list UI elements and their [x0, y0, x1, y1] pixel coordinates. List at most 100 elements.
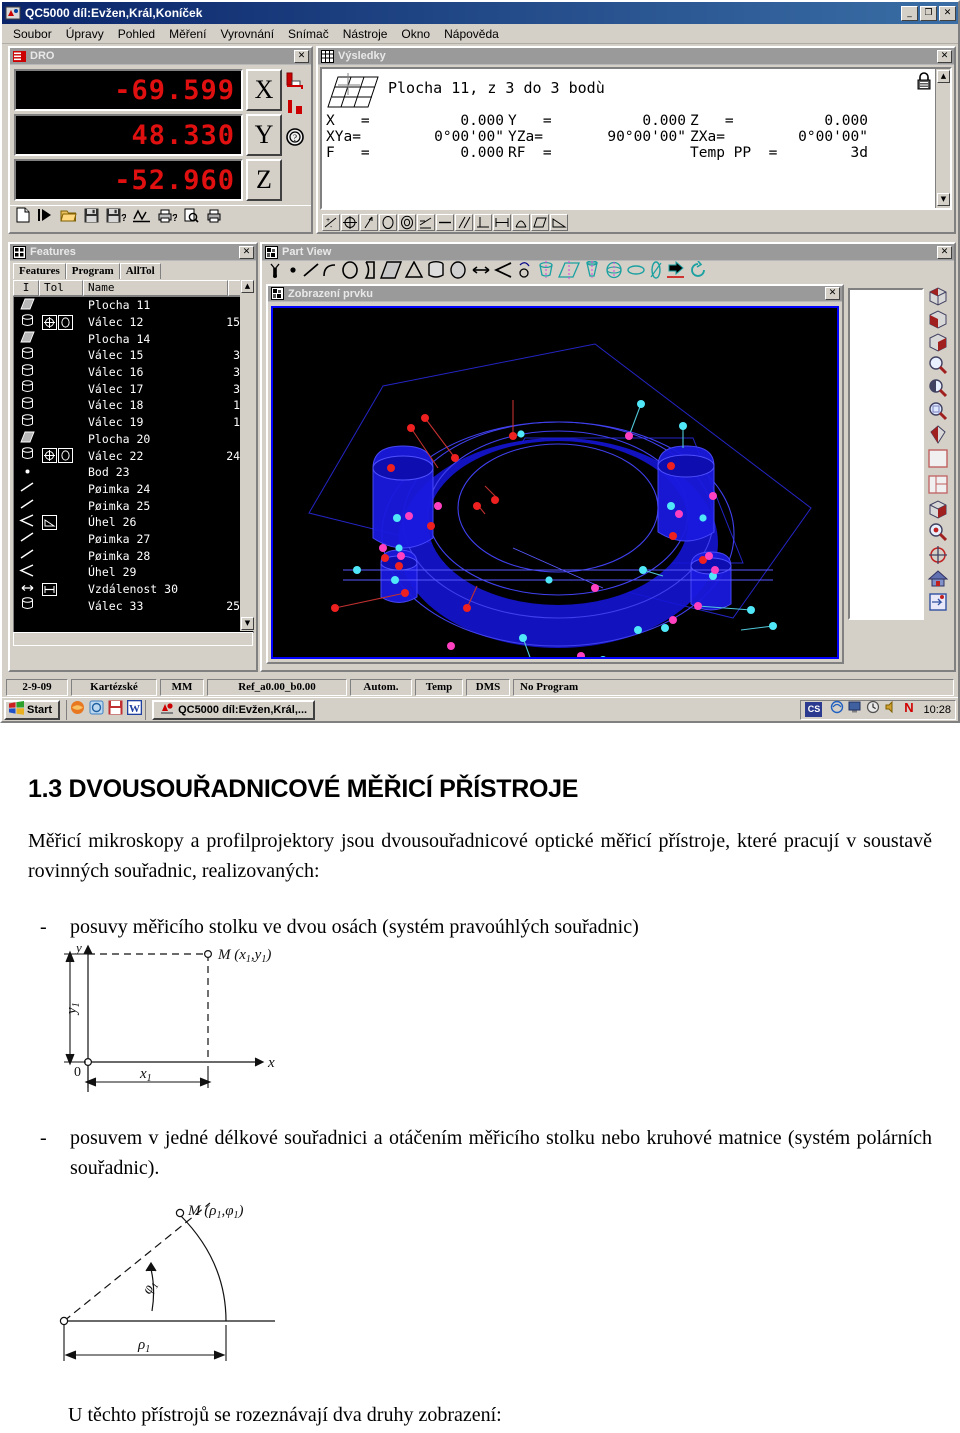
extrude-icon[interactable] [666, 260, 686, 284]
feature-list-item[interactable]: Plocha 20 [14, 431, 253, 448]
profile-icon[interactable] [512, 213, 530, 231]
feature-list-item[interactable]: Válec 33 259 [14, 597, 253, 614]
runout-icon[interactable] [360, 213, 378, 231]
distance-icon[interactable] [470, 261, 492, 284]
cyl-construct-icon[interactable] [536, 260, 556, 284]
lock-icon[interactable] [916, 72, 932, 90]
cone-construct-icon[interactable] [582, 259, 602, 284]
flatness-icon[interactable] [417, 213, 435, 231]
feature-display-close-button[interactable]: ✕ [825, 287, 840, 300]
taskbar-item-qc5000[interactable]: QC5000 díl:Evžen,Král,... [152, 699, 316, 720]
point-icon[interactable] [286, 261, 300, 284]
feature-tolerance-cell[interactable] [40, 514, 84, 530]
volume-icon[interactable] [884, 700, 898, 719]
print-setup-icon[interactable]: ? [157, 208, 178, 228]
column-header-i[interactable]: I [13, 280, 39, 296]
plus-minus-icon[interactable]: + - [322, 213, 340, 231]
menu-item-snimac[interactable]: Snímač [281, 25, 336, 43]
position-icon[interactable] [42, 448, 57, 464]
sphere-construct-icon[interactable] [604, 261, 624, 284]
straightness-icon[interactable] [436, 213, 454, 231]
status-mode[interactable]: Autom. [350, 679, 412, 696]
minimize-button[interactable]: _ [901, 5, 918, 21]
menu-item-soubor[interactable]: Soubor [6, 25, 59, 43]
iso-view-icon[interactable] [927, 286, 949, 307]
feature-list-item[interactable]: Plocha 11 [14, 297, 253, 314]
dro-axis-button-z[interactable]: Z [246, 159, 282, 201]
feature-list-item[interactable]: Vzdálenost 30 [14, 581, 253, 598]
menu-item-napoveda[interactable]: Nápověda [437, 25, 506, 43]
zoom-dynamic-icon[interactable] [927, 522, 949, 543]
fit-icon[interactable] [927, 447, 949, 471]
dro-close-button[interactable]: ✕ [294, 49, 309, 63]
cylinder-icon[interactable] [426, 260, 446, 284]
datum-icon[interactable] [284, 71, 306, 96]
feature-list-item[interactable]: Válec 12 150 [14, 313, 253, 331]
feature-tolerance-cell[interactable] [40, 314, 84, 330]
results-scrollbar[interactable]: ▲ ▼ [935, 69, 950, 208]
box-view-icon[interactable] [927, 499, 949, 520]
parallel-icon[interactable] [455, 213, 473, 231]
part-view-close-button[interactable]: ✕ [937, 245, 952, 259]
print-icon[interactable] [206, 208, 222, 228]
browser-icon[interactable] [70, 700, 85, 720]
tab-features[interactable]: Features [13, 263, 66, 279]
clock-time[interactable]: 10:28 [923, 704, 951, 716]
circle-icon[interactable] [340, 260, 360, 284]
cone-icon[interactable] [404, 259, 424, 284]
run-icon[interactable] [37, 207, 53, 228]
plane-construct-icon[interactable] [558, 260, 580, 284]
menu-item-upravy[interactable]: Úpravy [59, 25, 111, 43]
concentricity-icon[interactable] [398, 213, 416, 231]
parallelogram-icon[interactable] [531, 213, 549, 231]
features-horizontal-scrollbar[interactable] [13, 632, 253, 646]
angularity-icon[interactable] [550, 213, 568, 231]
rotate-view-icon[interactable] [927, 424, 949, 445]
angularity-icon[interactable] [42, 514, 57, 530]
features-close-button[interactable]: ✕ [239, 245, 254, 259]
language-indicator[interactable]: CS [805, 702, 823, 717]
tab-program[interactable]: Program [65, 263, 120, 279]
zoom-all-icon[interactable] [927, 401, 949, 422]
top-view-icon[interactable] [927, 332, 949, 353]
dro-axis-button-y[interactable]: Y [246, 114, 282, 156]
results-close-button[interactable]: ✕ [937, 49, 952, 63]
column-header-tol[interactable]: Tol [39, 280, 83, 296]
print-preview-icon[interactable] [184, 208, 199, 228]
save-icon[interactable] [84, 208, 99, 228]
feature-list-item[interactable]: Válec 1734 [14, 380, 253, 397]
arc-icon[interactable] [322, 261, 338, 284]
display-icon[interactable] [848, 700, 862, 719]
status-units[interactable]: MM [160, 679, 204, 696]
menu-item-okno[interactable]: Okno [394, 25, 437, 43]
feature-list-item[interactable]: Pøimka 28 [14, 547, 253, 564]
front-view-icon[interactable] [927, 309, 949, 330]
probe-icon[interactable] [284, 99, 306, 124]
save-as-icon[interactable]: ? [106, 208, 127, 228]
slot-icon[interactable] [362, 260, 378, 284]
help-icon[interactable]: ? [285, 127, 305, 152]
open-folder-icon[interactable] [60, 208, 77, 228]
chart-icon[interactable] [133, 208, 150, 228]
blob-icon[interactable] [648, 260, 664, 284]
rotate-icon[interactable] [688, 259, 708, 284]
dro-axis-button-x[interactable]: X [246, 69, 282, 111]
distance-icon[interactable] [493, 213, 511, 231]
features-list[interactable]: Plocha 11Válec 12150Plocha 14Válec 1534V… [13, 296, 254, 633]
feature-list-item[interactable]: Válec 1918 [14, 413, 253, 431]
save-view-icon[interactable] [927, 591, 949, 612]
feature-list-item[interactable]: Pøimka 25 [14, 497, 253, 514]
zoom-icon[interactable] [927, 355, 949, 376]
round-icon[interactable] [516, 261, 534, 284]
feature-list-item[interactable]: Válec 1634 [14, 363, 253, 381]
scroll-up-icon[interactable]: ▲ [937, 70, 950, 83]
plane-icon[interactable] [379, 260, 403, 284]
menu-item-vyrovnani[interactable]: Vyrovnání [213, 25, 281, 43]
start-button[interactable]: Start [4, 699, 61, 720]
position-icon[interactable] [341, 213, 359, 231]
sphere-icon[interactable] [448, 260, 468, 284]
angle-icon[interactable] [493, 261, 514, 284]
features-scroll-up-icon[interactable]: ▲ [241, 280, 254, 293]
circularity-icon[interactable] [58, 448, 73, 464]
close-button[interactable]: ✕ [939, 5, 956, 21]
